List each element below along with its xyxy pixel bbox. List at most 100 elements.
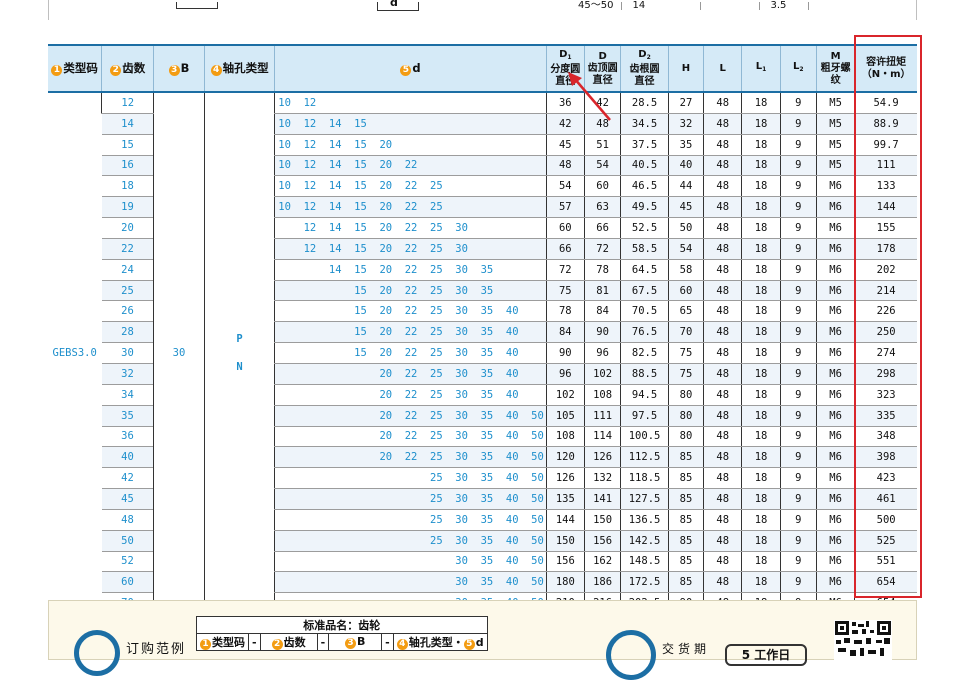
h-cell: 60 [667,280,704,302]
type-code-cell: GEBS3.0 [48,92,102,616]
h-cell: 85 [667,551,704,573]
d-cell: 96 [583,342,621,364]
l1-cell: 18 [741,571,781,594]
std-sep: - [316,633,330,651]
l-cell: 48 [703,571,742,594]
l2-cell: 9 [779,405,817,427]
h-cell: 40 [667,155,704,177]
h-cell: 85 [667,571,704,594]
l-cell: 48 [703,488,742,510]
l2-cell: 9 [779,571,817,594]
d1-cell: 144 [545,509,585,531]
qr-code-icon [834,620,892,660]
teeth-cell: 28 [101,321,154,344]
l1-cell: 18 [741,342,781,364]
l2-cell: 9 [779,196,817,219]
l-cell: 48 [703,113,742,135]
h-cell: 85 [667,446,704,469]
l1-cell: 18 [741,551,781,573]
bore-diameter-cell: 20 22 25 30 35 40 50 [274,426,547,448]
l1-cell: 18 [741,426,781,448]
l2-cell: 9 [779,175,817,198]
d-cell: 126 [583,446,621,469]
bore-diameter-cell: 20 22 25 30 35 40 [274,363,547,385]
bore-diameter-cell: 10 12 14 15 20 22 25 [274,175,547,198]
d1-cell: 66 [545,238,585,260]
m-cell: M6 [815,196,855,219]
header-type-code: 1 类型码 [48,44,102,93]
l1-cell: 18 [741,446,781,469]
h-cell: 75 [667,363,704,385]
std-col-bore: 4 轴孔类型・ 5 d [392,633,488,651]
bore-diameter-cell: 30 35 40 50 [274,551,547,573]
h-cell: 32 [667,113,704,135]
m-cell: M6 [815,238,855,260]
l-cell: 48 [703,134,742,156]
m-cell: M6 [815,363,855,385]
teeth-cell: 48 [101,509,154,531]
l2-cell: 9 [779,321,817,344]
bore-diameter-cell: 20 22 25 30 35 40 50 [274,405,547,427]
top-right-rule [916,0,917,20]
m-cell: M6 [815,426,855,448]
m-cell: M5 [815,113,855,135]
bore-diameter-cell: 20 22 25 30 35 40 [274,384,547,406]
m-cell: M6 [815,384,855,406]
d1-cell: 48 [545,155,585,177]
teeth-cell: 36 [101,426,154,448]
header-row: 1 类型码 2 齿数 3B 4 轴孔类型 5d D1 分度圆 直径 D 齿顶圆 直径 D2 齿根… [48,44,917,93]
m-cell: M5 [815,155,855,177]
std-sep: - [248,633,261,651]
teeth-cell: 34 [101,384,154,406]
d1-cell: 105 [545,405,585,427]
dimension-mark [176,2,218,9]
bore-diameter-cell: 15 20 22 25 30 35 40 [274,342,547,364]
m-cell: M6 [815,300,855,323]
d-cell: 108 [583,384,621,406]
l2-cell: 9 [779,363,817,385]
d2-cell: 70.5 [620,300,669,323]
bore-type-n: N [236,361,243,374]
m-cell: M6 [815,446,855,469]
std-col-type: 1 类型码 [196,633,249,651]
d2-cell: 172.5 [620,571,669,594]
teeth-cell: 45 [101,488,154,510]
d-cell: 66 [583,217,621,239]
l2-cell: 9 [779,300,817,323]
bore-diameter-cell: 25 30 35 40 50 [274,488,547,510]
d2-cell: 127.5 [620,488,669,510]
m-cell: M6 [815,321,855,344]
std-sep: - [381,633,394,651]
teeth-cell: 20 [101,217,154,239]
standard-name-table: 标准品名：齿轮 1 类型码 - 2 齿数 - 3B - 4 轴孔类型・ 5 d [196,616,488,651]
bore-diameter-cell: 15 20 22 25 30 35 40 [274,300,547,323]
m-cell: M6 [815,175,855,198]
l2-cell: 9 [779,134,817,156]
l-cell: 48 [703,238,742,260]
bore-diameter-cell: 12 14 15 20 22 25 30 [274,217,547,239]
h-cell: 85 [667,509,704,531]
dimension-label: d [390,0,398,9]
d-cell: 54 [583,155,621,177]
d2-cell: 148.5 [620,551,669,573]
teeth-cell: 12 [101,92,154,114]
l2-cell: 9 [779,217,817,239]
m-cell: M6 [815,571,855,594]
teeth-cell: 18 [101,175,154,198]
d-cell: 141 [583,488,621,510]
l-cell: 48 [703,342,742,364]
bore-diameter-cell: 10 12 14 15 20 22 [274,155,547,177]
teeth-cell: 60 [101,571,154,594]
delivery-badge: 5 工作日 [725,644,807,666]
l1-cell: 18 [741,530,781,552]
l-cell: 48 [703,509,742,531]
l-cell: 48 [703,530,742,552]
l1-cell: 18 [741,321,781,344]
l-cell: 48 [703,259,742,281]
l-cell: 48 [703,321,742,344]
d-cell: 90 [583,321,621,344]
l2-cell: 9 [779,342,817,364]
m-cell: M6 [815,342,855,364]
l1-cell: 18 [741,134,781,156]
d-cell: 63 [583,196,621,219]
